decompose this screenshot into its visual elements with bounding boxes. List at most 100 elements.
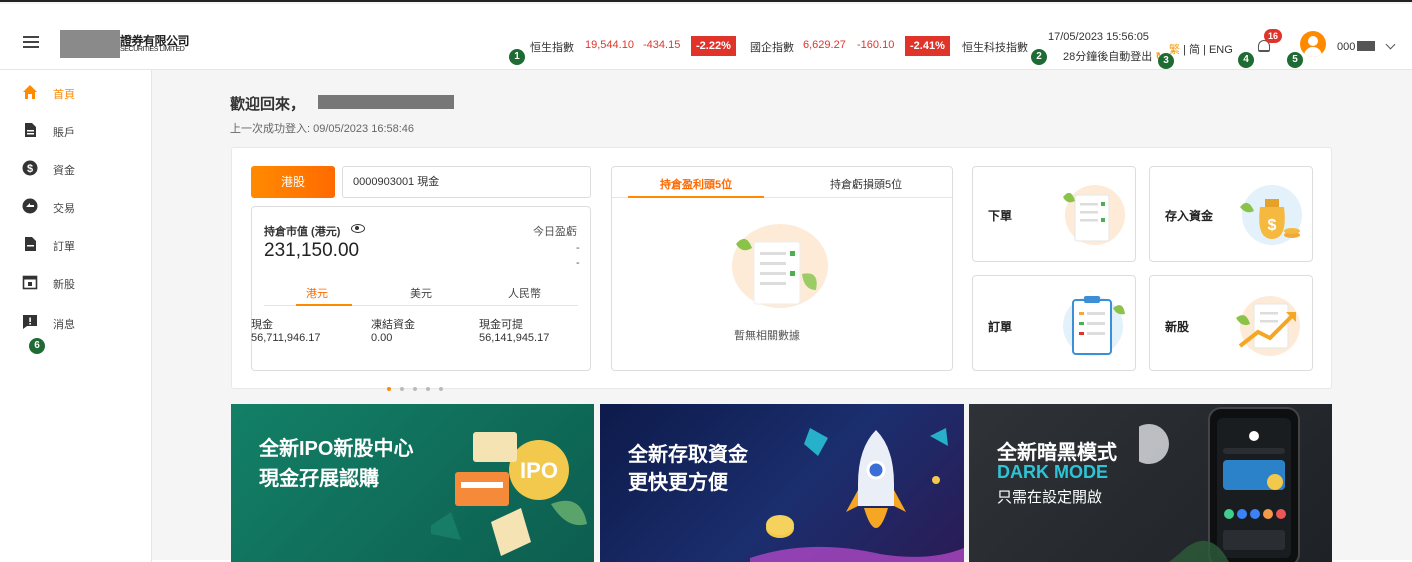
username[interactable]: 000 bbox=[1337, 41, 1355, 53]
lang-sep-2: | bbox=[1203, 44, 1206, 56]
banner-subtitle: 更快更方便 bbox=[628, 472, 728, 494]
tab-top5-loss[interactable]: 持倉虧損頭5位 bbox=[830, 176, 902, 192]
top-bar: 證券有限公司 SECURITIES LIMITED 1 恒生指數 19,544.… bbox=[0, 4, 1412, 70]
growth-chart-icon bbox=[1236, 296, 1300, 356]
avatar[interactable] bbox=[1300, 31, 1326, 57]
ipo-illustration: IPO bbox=[431, 432, 587, 556]
language-switch: 繁 | 简 | ENG bbox=[1169, 41, 1233, 57]
svg-text:$: $ bbox=[27, 163, 33, 175]
sidebar-item-funds[interactable]: $ 資金 bbox=[22, 158, 142, 178]
dollar-icon: $ bbox=[22, 160, 38, 176]
sidebar: 首頁 賬戶 $ 資金 交易 訂單 新股 消息 6 bbox=[0, 70, 152, 562]
calendar-icon bbox=[22, 275, 38, 290]
sidebar-item-orders[interactable]: 訂單 bbox=[22, 234, 142, 254]
quick-action-place-order[interactable]: 下單 bbox=[972, 166, 1136, 262]
banner-deposit-withdraw[interactable]: 全新存取資金 更快更方便 bbox=[600, 404, 964, 562]
hscei-value: 6,629.27 bbox=[803, 39, 846, 51]
sidebar-item-home[interactable]: 首頁 bbox=[22, 82, 142, 102]
sidebar-item-label: 新股 bbox=[53, 279, 75, 291]
app-frame: 證券有限公司 SECURITIES LIMITED 1 恒生指數 19,544.… bbox=[0, 0, 1412, 562]
exchange-icon bbox=[22, 198, 38, 214]
sidebar-item-label: 首頁 bbox=[53, 89, 75, 101]
sidebar-item-label: 訂單 bbox=[53, 241, 75, 253]
marker-2: 2 bbox=[1031, 49, 1047, 65]
frozen-label: 凍結資金 bbox=[371, 319, 415, 331]
hscei-change: -160.10 bbox=[857, 39, 895, 51]
banner-title: 全新IPO新股中心 bbox=[259, 438, 414, 460]
account-select[interactable]: 0000903001 現金 bbox=[342, 166, 591, 198]
lang-sc[interactable]: 简 bbox=[1189, 44, 1200, 56]
empty-state-text: 暫無相關數據 bbox=[734, 330, 800, 342]
eye-icon[interactable] bbox=[351, 224, 365, 233]
hsi-change: -434.15 bbox=[643, 39, 681, 51]
marker-6: 6 bbox=[29, 338, 45, 354]
welcome-title: 歡迎回來， bbox=[230, 96, 306, 113]
banner-subtitle-en: DARK MODE bbox=[997, 462, 1108, 482]
tab-active-underline bbox=[628, 196, 764, 198]
quick-action-ipo[interactable]: 新股 bbox=[1149, 275, 1313, 371]
hsi-label: 恒生指數 bbox=[530, 42, 574, 54]
banner-title: 全新暗黑模式 bbox=[997, 442, 1117, 464]
marker-4: 4 bbox=[1238, 52, 1254, 68]
rocket-illustration bbox=[750, 428, 964, 562]
order-icon bbox=[25, 237, 36, 251]
currency-active-underline bbox=[296, 304, 352, 306]
banner-subtitle: 現金孖展認購 bbox=[259, 468, 379, 490]
banner-title: 全新存取資金 bbox=[628, 444, 748, 466]
document-icon bbox=[25, 123, 36, 137]
lang-en[interactable]: ENG bbox=[1209, 44, 1233, 56]
sidebar-item-messages[interactable]: 消息 bbox=[22, 312, 142, 332]
sidebar-item-label: 資金 bbox=[53, 165, 75, 177]
auto-logout: 28分鐘後自動登出 ↻ bbox=[1063, 48, 1165, 64]
banner-dark-mode[interactable]: 全新暗黑模式 DARK MODE 只需在設定開啟 bbox=[969, 404, 1332, 562]
frozen-value: 0.00 bbox=[371, 332, 393, 344]
banner-tag: IPO bbox=[520, 458, 558, 483]
username-mask bbox=[1357, 41, 1375, 51]
currency-tab-cny[interactable]: 人民幣 bbox=[508, 285, 541, 301]
lang-sep-1: | bbox=[1183, 44, 1186, 56]
menu-icon[interactable] bbox=[23, 36, 39, 51]
quick-action-label: 訂單 bbox=[988, 320, 1013, 334]
cash-value: 56,711,946.17 bbox=[251, 332, 321, 344]
tab-top5-profit[interactable]: 持倉盈利頭5位 bbox=[660, 176, 732, 192]
hsi-value: 19,544.10 bbox=[585, 39, 634, 51]
logo bbox=[60, 30, 120, 58]
banner-subtitle: 只需在設定開啟 bbox=[997, 489, 1103, 506]
sidebar-item-trade[interactable]: 交易 bbox=[22, 196, 142, 216]
holdings-value-label: 持倉市值 (港元) bbox=[264, 226, 341, 238]
hstech-label: 恒生科技指數 bbox=[962, 42, 1028, 54]
currency-tab-hkd[interactable]: 港元 bbox=[306, 285, 328, 301]
hsi-pct-badge: -2.22% bbox=[691, 36, 736, 56]
quick-action-orders[interactable]: 訂單 bbox=[972, 275, 1136, 371]
today-pl-value: - bbox=[576, 242, 580, 254]
carousel-dots[interactable] bbox=[387, 378, 452, 396]
hscei-pct-badge: -2.41% bbox=[905, 36, 950, 56]
username-mask bbox=[318, 95, 454, 109]
banner-ipo-center[interactable]: 全新IPO新股中心 現金孖展認購 IPO bbox=[231, 404, 594, 562]
hscei-label: 國企指數 bbox=[750, 42, 794, 54]
cash-label: 現金 bbox=[251, 316, 273, 332]
phone-illustration bbox=[1139, 407, 1300, 562]
currency-tab-usd[interactable]: 美元 bbox=[410, 285, 432, 301]
quick-action-label: 存入資金 bbox=[1165, 209, 1214, 223]
money-bag-icon: $ bbox=[1240, 185, 1302, 245]
quick-action-deposit[interactable]: 存入資金 $ bbox=[1149, 166, 1313, 262]
today-pl-label: 今日盈虧 bbox=[533, 226, 577, 238]
sidebar-item-account[interactable]: 賬戶 bbox=[22, 120, 142, 140]
marker-5: 5 bbox=[1287, 52, 1303, 68]
withdrawable-value: 56,141,945.17 bbox=[479, 332, 550, 344]
order-illustration-icon bbox=[1063, 185, 1125, 245]
message-icon bbox=[23, 315, 37, 329]
cash-label-text: 現金 bbox=[251, 319, 273, 331]
withdrawable-label: 現金可提 bbox=[479, 319, 523, 331]
sidebar-item-ipo[interactable]: 新股 bbox=[22, 272, 142, 292]
notification-count: 16 bbox=[1264, 29, 1282, 43]
sidebar-item-label: 賬戶 bbox=[53, 127, 75, 139]
chevron-down-icon[interactable] bbox=[1385, 39, 1396, 50]
sidebar-item-label: 交易 bbox=[53, 203, 75, 215]
home-icon bbox=[23, 85, 37, 99]
tab-hk-stocks[interactable]: 港股 bbox=[251, 166, 335, 198]
last-login: 上一次成功登入: 09/05/2023 16:58:46 bbox=[230, 123, 415, 135]
lang-tc[interactable]: 繁 bbox=[1169, 44, 1180, 56]
today-pl-pct: - bbox=[576, 257, 580, 269]
